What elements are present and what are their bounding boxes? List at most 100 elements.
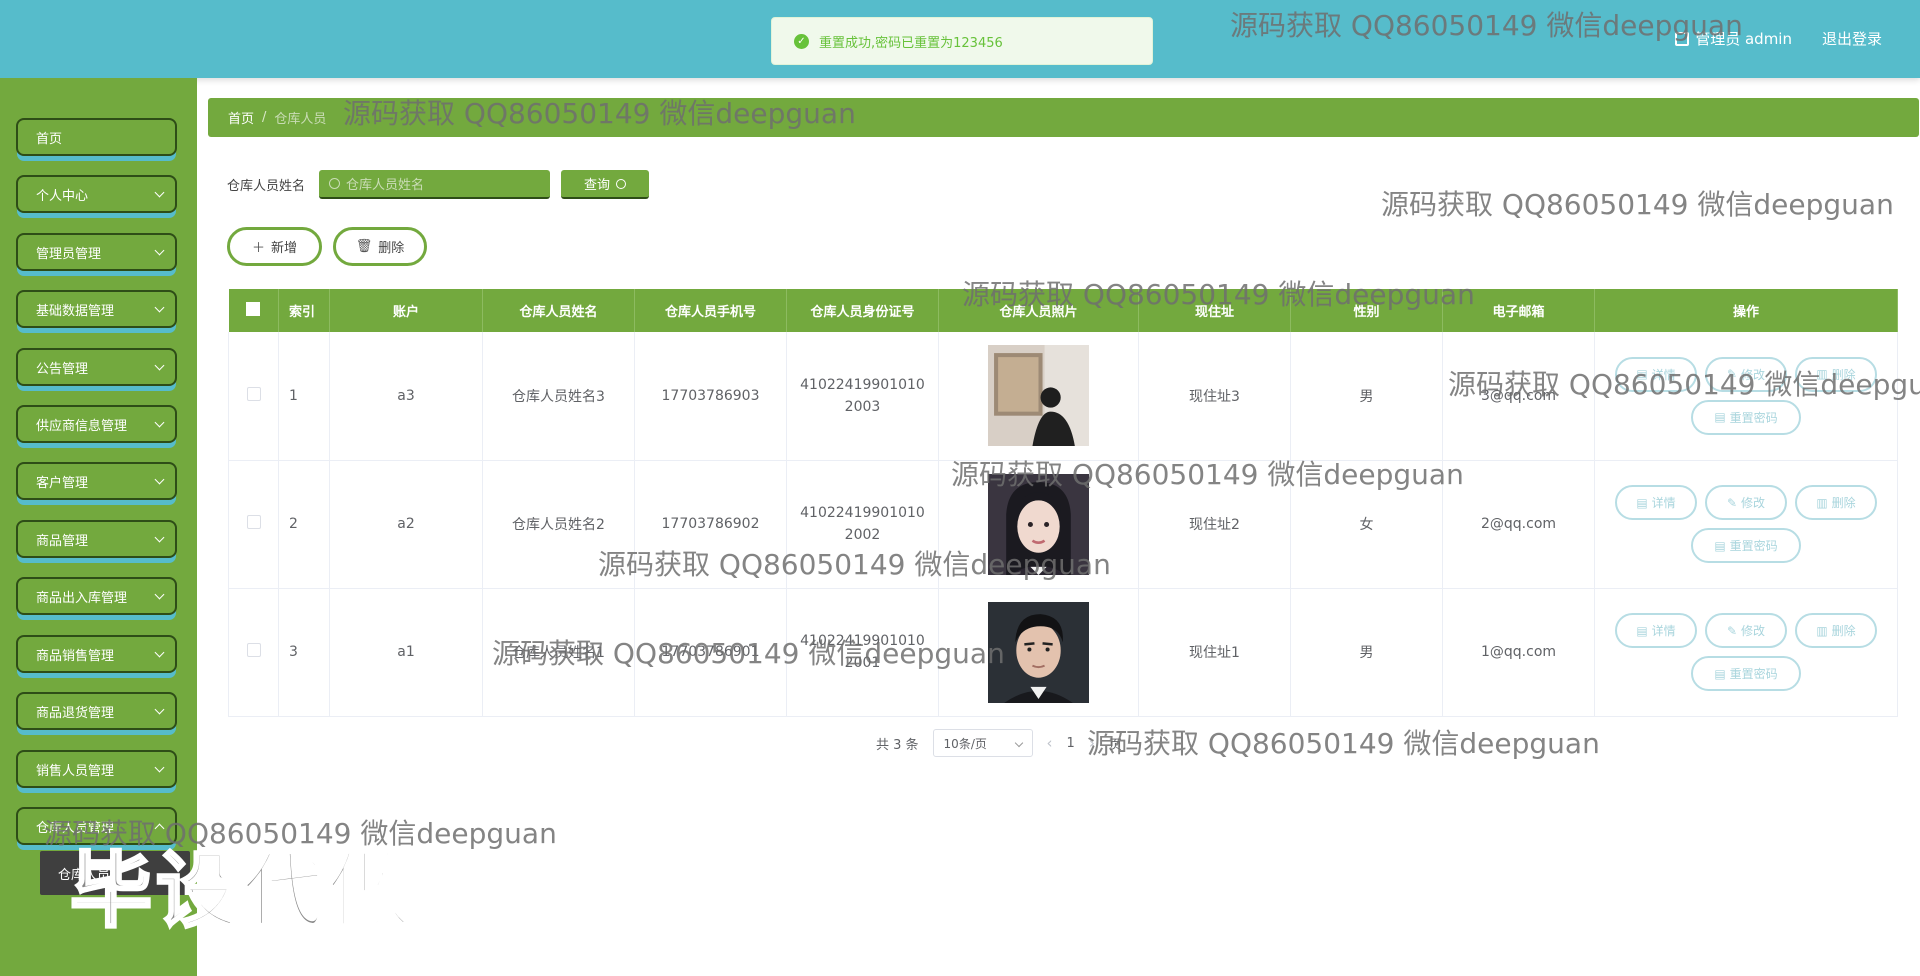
query-button[interactable]: 查询 bbox=[561, 170, 650, 199]
next-page-button[interactable]: › bbox=[1089, 734, 1095, 752]
column-header: 性别 bbox=[1290, 289, 1443, 332]
reset-password-label: 重置密码 bbox=[1729, 410, 1778, 425]
page-size-select[interactable]: 10条/页 bbox=[932, 729, 1033, 757]
prev-page-button[interactable]: ‹ bbox=[1047, 734, 1053, 752]
name-cell: 仓库人员姓名1 bbox=[482, 588, 635, 717]
detail-button[interactable]: ▤ 详情 bbox=[1615, 356, 1697, 392]
column-header: 仓库人员姓名 bbox=[482, 289, 635, 332]
column-header: 索引 bbox=[278, 289, 330, 332]
file-icon: ▤ bbox=[1714, 538, 1726, 553]
sidebar-item-stock-io[interactable]: 商品出入库管理 bbox=[16, 577, 177, 615]
table-row: 3 a1 仓库人员姓名1 17703786901 410224199010102… bbox=[228, 588, 1898, 717]
query-button-label: 查询 bbox=[584, 178, 611, 193]
delete-button[interactable]: ▥ 删除 bbox=[1795, 613, 1877, 648]
reset-password-button[interactable]: ▤ 重置密码 bbox=[1691, 399, 1801, 435]
success-toast: ✓ 重置成功,密码已重置为123456 bbox=[771, 17, 1153, 65]
phone-cell: 17703786901 bbox=[634, 588, 787, 717]
file-icon: ▤ bbox=[1714, 666, 1726, 681]
detail-button[interactable]: ▤ 详情 bbox=[1615, 485, 1697, 520]
sidebar-item-label: 基础数据管理 bbox=[36, 303, 115, 319]
staff-photo[interactable] bbox=[988, 473, 1089, 575]
edit-button[interactable]: ✎ 修改 bbox=[1705, 356, 1787, 392]
chevron-down-icon bbox=[154, 704, 165, 715]
reset-password-button[interactable]: ▤ 重置密码 bbox=[1691, 528, 1801, 563]
sidebar-item-admins[interactable]: 管理员管理 bbox=[16, 233, 177, 271]
actions-cell: ▤ 详情 ✎ 修改 ▥ 删除 ▤ 重置密码 bbox=[1594, 460, 1898, 589]
sidebar-item-label: 仓库人员管理 bbox=[36, 820, 115, 836]
sidebar-item-salespeople[interactable]: 销售人员管理 bbox=[16, 750, 177, 788]
sidebar-item-label: 商品管理 bbox=[36, 533, 89, 549]
staff-photo[interactable] bbox=[988, 601, 1089, 703]
index-cell: 3 bbox=[278, 588, 330, 717]
watermark-text: 源码获取 QQ86050149 微信deepguan bbox=[1087, 727, 1600, 760]
chevron-down-icon bbox=[154, 187, 165, 198]
current-user[interactable]: 管理员 admin bbox=[1675, 28, 1792, 49]
column-header: 现住址 bbox=[1138, 289, 1291, 332]
column-header: 账户 bbox=[329, 289, 483, 332]
edit-button[interactable]: ✎ 修改 bbox=[1705, 485, 1787, 520]
breadcrumb-home[interactable]: 首页 bbox=[228, 108, 254, 127]
table-header-row: 索引 账户 仓库人员姓名 仓库人员手机号 仓库人员身份证号 仓库人员照片 现住址… bbox=[228, 289, 1898, 332]
edit-button[interactable]: ✎ 修改 bbox=[1705, 613, 1787, 648]
detail-button-label: 详情 bbox=[1651, 624, 1676, 638]
sidebar-item-profile[interactable]: 个人中心 bbox=[16, 175, 177, 213]
trash-icon: ▥ bbox=[1816, 623, 1828, 638]
pencil-icon: ✎ bbox=[1726, 623, 1738, 638]
row-checkbox[interactable] bbox=[246, 643, 261, 657]
id-card-cell: 410224199010102002 bbox=[786, 460, 939, 589]
sidebar-subitem-warehouse-staff[interactable]: 仓库人员 bbox=[40, 851, 190, 895]
batch-delete-button[interactable]: 🗑 删除 bbox=[333, 227, 427, 266]
chevron-down-icon bbox=[1014, 738, 1023, 748]
reset-password-button[interactable]: ▤ 重置密码 bbox=[1691, 656, 1801, 691]
account-cell: a3 bbox=[329, 332, 483, 461]
row-checkbox[interactable] bbox=[246, 515, 261, 529]
delete-button[interactable]: ▥ 删除 bbox=[1795, 356, 1877, 392]
chevron-down-icon bbox=[154, 762, 165, 773]
sidebar-item-returns[interactable]: 商品退货管理 bbox=[16, 692, 177, 730]
detail-button-label: 详情 bbox=[1651, 496, 1676, 510]
column-header: 仓库人员身份证号 bbox=[786, 289, 939, 332]
sidebar-item-warehouse-staff[interactable]: 仓库人员管理 bbox=[16, 807, 177, 845]
row-select-cell bbox=[228, 588, 279, 717]
watermark-text: 源码获取 QQ86050149 微信deepguan bbox=[1381, 188, 1894, 221]
sidebar-item-customers[interactable]: 客户管理 bbox=[16, 462, 177, 500]
check-circle-icon: ✓ bbox=[794, 33, 809, 49]
edit-button-label: 修改 bbox=[1741, 367, 1766, 382]
detail-button[interactable]: ▤ 详情 bbox=[1615, 613, 1697, 648]
delete-button[interactable]: ▥ 删除 bbox=[1795, 485, 1877, 520]
photo-cell bbox=[938, 332, 1139, 461]
row-select-cell bbox=[228, 460, 279, 589]
search-input[interactable]: 仓库人员姓名 bbox=[319, 170, 551, 199]
breadcrumb: 首页 / 仓库人员 bbox=[208, 98, 1919, 137]
current-page[interactable]: 1 bbox=[1067, 736, 1075, 751]
add-button[interactable]: ＋ 新增 bbox=[227, 227, 322, 266]
row-checkbox[interactable] bbox=[246, 386, 261, 401]
account-cell: a1 bbox=[329, 588, 483, 717]
id-card-value: 410224199010102002 bbox=[800, 505, 925, 543]
sidebar-item-suppliers[interactable]: 供应商信息管理 bbox=[16, 405, 177, 443]
sidebar-item-sales[interactable]: 商品销售管理 bbox=[16, 635, 177, 673]
table-row: 2 a2 仓库人员姓名2 17703786902 410224199010102… bbox=[228, 460, 1898, 589]
id-card-value: 410224199010102001 bbox=[800, 633, 925, 671]
search-placeholder: 仓库人员姓名 bbox=[346, 178, 425, 193]
logout-button[interactable]: 退出登录 bbox=[1822, 28, 1882, 49]
file-icon: ▤ bbox=[1636, 367, 1648, 382]
edit-button-label: 修改 bbox=[1741, 624, 1766, 638]
sidebar-item-notices[interactable]: 公告管理 bbox=[16, 348, 177, 386]
phone-cell: 17703786902 bbox=[634, 460, 787, 589]
search-bar: 仓库人员姓名 仓库人员姓名 查询 bbox=[227, 170, 650, 199]
sidebar-item-home[interactable]: 首页 bbox=[16, 118, 177, 156]
select-all-checkbox[interactable] bbox=[246, 301, 261, 316]
sidebar-item-base-data[interactable]: 基础数据管理 bbox=[16, 290, 177, 328]
index-cell: 1 bbox=[278, 332, 330, 461]
reset-password-label: 重置密码 bbox=[1729, 539, 1778, 553]
sidebar-item-label: 首页 bbox=[36, 131, 63, 147]
address-cell: 现住址2 bbox=[1138, 460, 1291, 589]
sidebar-item-label: 客户管理 bbox=[36, 475, 89, 491]
sidebar-item-products[interactable]: 商品管理 bbox=[16, 520, 177, 558]
staff-photo[interactable] bbox=[988, 345, 1089, 447]
user-icon bbox=[1675, 31, 1690, 46]
email-cell: 1@qq.com bbox=[1442, 588, 1595, 717]
pencil-icon: ✎ bbox=[1726, 367, 1738, 382]
add-button-label: 新增 bbox=[271, 241, 298, 256]
